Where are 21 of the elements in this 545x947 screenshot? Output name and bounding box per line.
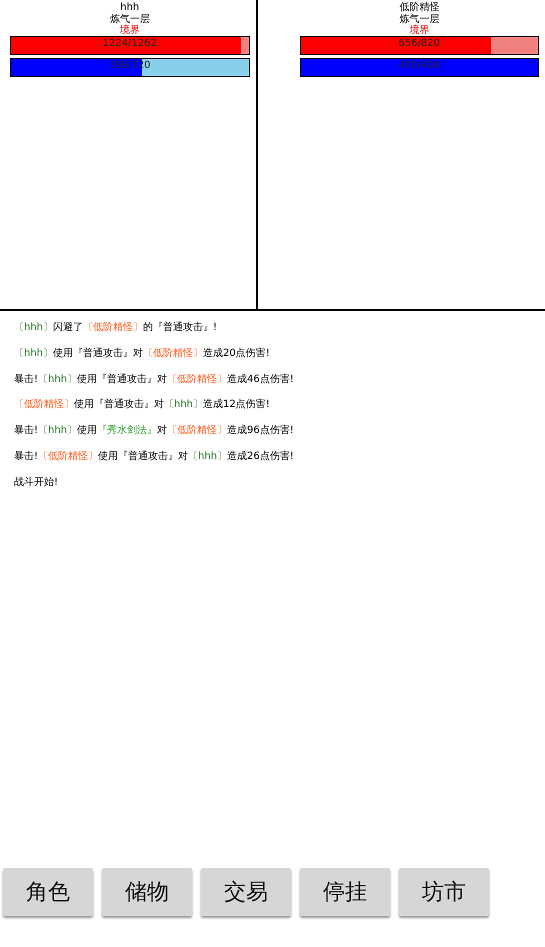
- menu-button[interactable]: 交易: [201, 868, 291, 916]
- menu-button[interactable]: 停挂: [300, 868, 390, 916]
- menu-button[interactable]: 角色: [3, 868, 93, 916]
- realm-text: 炼气一层: [399, 14, 440, 25]
- log-line: 暴击!〔低阶精怪〕使用『普通攻击』对〔hhh〕造成26点伤害!: [14, 450, 295, 464]
- realm-text: 炼气一层: [110, 14, 150, 25]
- hp-reading: 656/820: [398, 38, 440, 49]
- fighter-name: hhh: [120, 2, 140, 14]
- menu-button[interactable]: 储物: [102, 868, 192, 916]
- log-line: 战斗开始!: [14, 476, 60, 490]
- log-line: 〔hhh〕闪避了〔低阶精怪〕的『普通攻击』!: [14, 320, 218, 335]
- log-line: 暴击!〔hhh〕使用『秀水剑法』对〔低阶精怪〕造成96点伤害!: [14, 424, 295, 438]
- realm-label: 境界: [120, 25, 140, 36]
- log-line: 暴击!〔hhh〕使用『普通攻击』对〔低阶精怪〕造成46点伤害!: [14, 372, 295, 387]
- log-line: 〔低阶精怪〕使用『普通攻击』对〔hhh〕造成12点伤害!: [14, 398, 271, 412]
- realm-label: 境界: [409, 25, 430, 36]
- menu-button[interactable]: 坊市: [399, 868, 489, 916]
- mp-reading: 400/400: [398, 60, 440, 71]
- log-line: 〔hhh〕使用『普通攻击』对〔低阶精怪〕造成20点伤害!: [14, 346, 271, 361]
- fighter-name: 低阶精怪: [399, 2, 440, 14]
- hp-reading: 1224/1262: [102, 38, 157, 49]
